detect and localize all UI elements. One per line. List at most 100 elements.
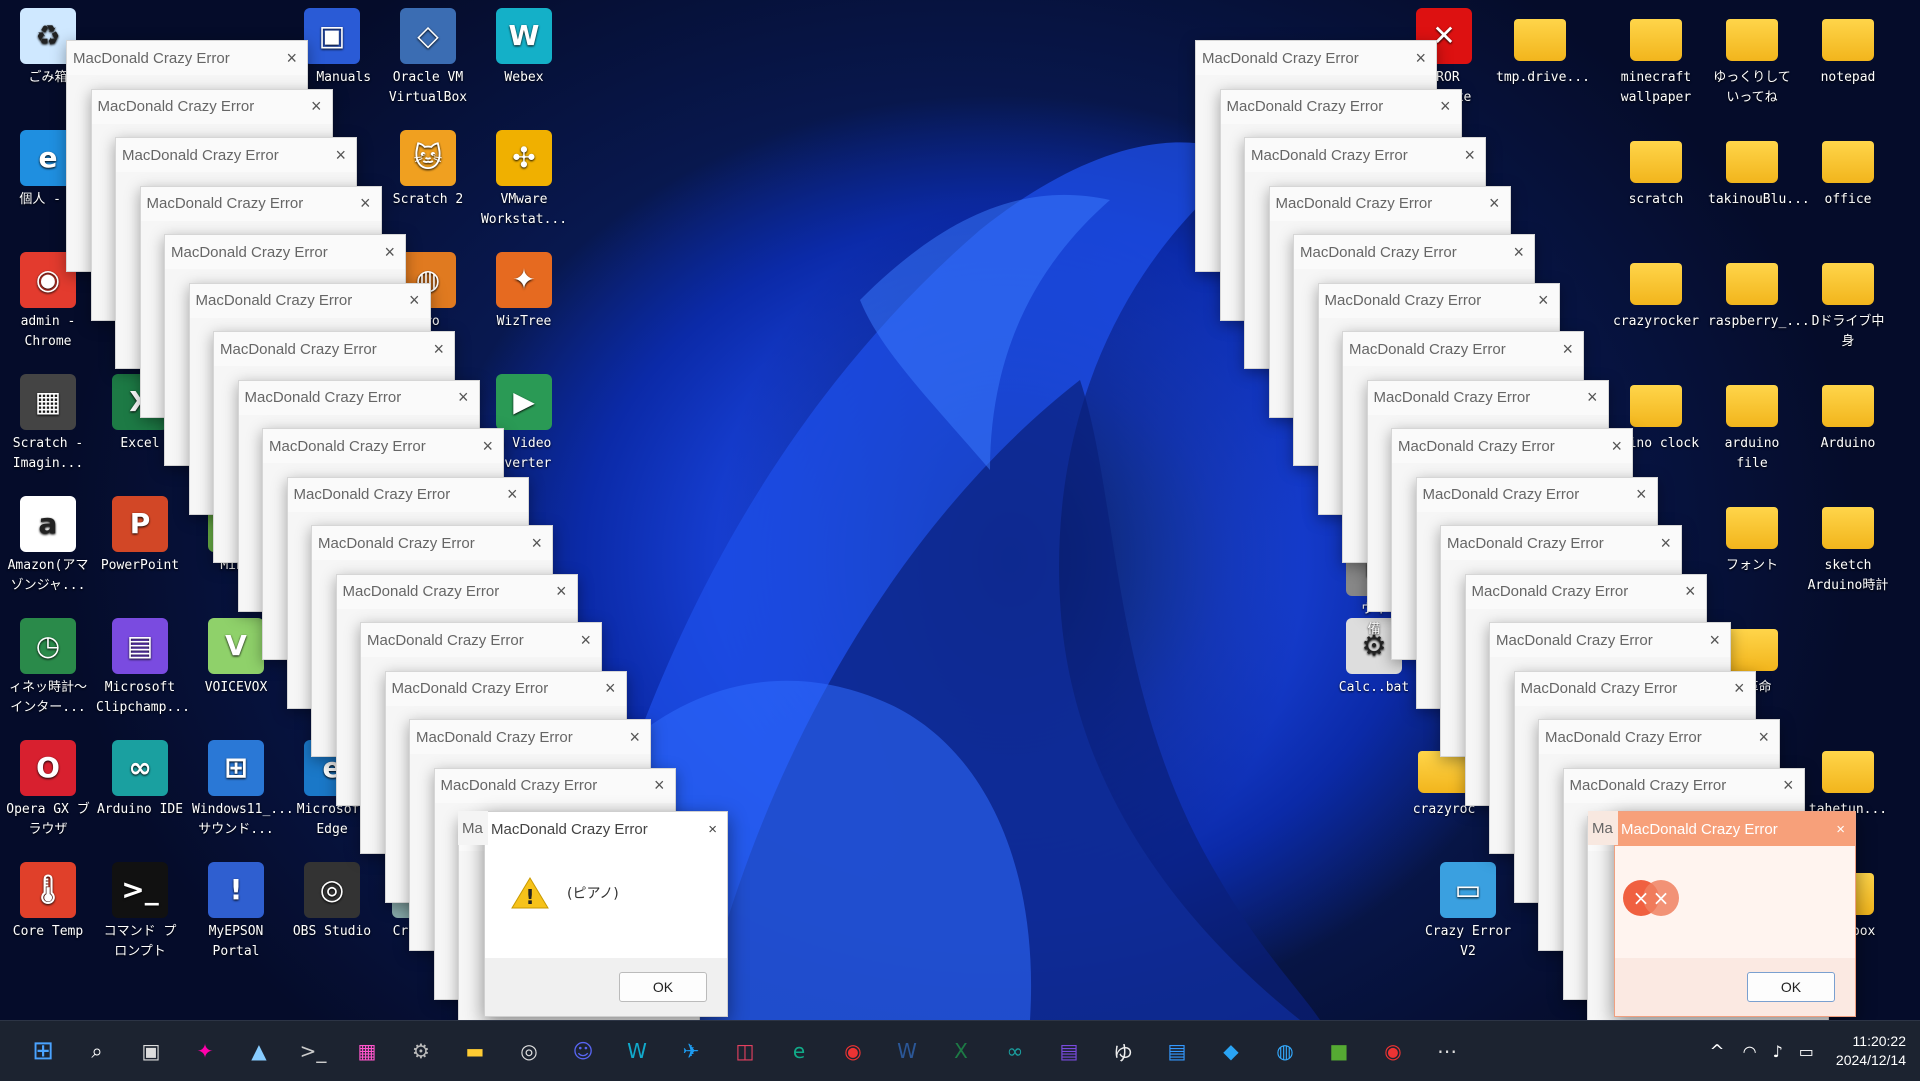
window-titlebar[interactable]: MacDonald Crazy Error × xyxy=(1490,623,1730,657)
close-icon[interactable]: × xyxy=(1415,48,1426,69)
desktop-icon[interactable]: tmp.drive... xyxy=(1496,8,1590,88)
more-icon[interactable]: ⋯ xyxy=(1425,1029,1469,1073)
window-titlebar[interactable]: MacDonald Crazy Error × xyxy=(336,574,577,609)
arduino-icon[interactable]: ∞ xyxy=(993,1029,1037,1073)
close-icon[interactable]: × xyxy=(1836,821,1845,838)
copilot-icon[interactable]: ✦ xyxy=(183,1029,227,1073)
close-icon[interactable]: × xyxy=(458,387,469,408)
tray-chevron-icon[interactable]: ^ xyxy=(1710,1041,1725,1062)
start-icon[interactable]: ⊞ xyxy=(21,1029,65,1073)
window-titlebar[interactable]: MacDonald Crazy Error × xyxy=(312,526,552,560)
close-icon[interactable]: × xyxy=(1734,678,1745,699)
window-titlebar[interactable]: MacDonald Crazy Error × xyxy=(361,623,601,657)
close-icon[interactable]: × xyxy=(507,484,518,505)
desktop-icon[interactable]: ✣ VMware Workstat... xyxy=(480,130,568,230)
window-titlebar[interactable]: MacDonald Crazy Error × xyxy=(1465,574,1706,609)
window-titlebar[interactable]: MacDonald Crazy Error × xyxy=(1269,186,1510,221)
notepad-icon[interactable]: ▤ xyxy=(1155,1029,1199,1073)
webex-icon[interactable]: W xyxy=(615,1029,659,1073)
window-titlebar[interactable]: MacDonald Crazy Error × xyxy=(287,477,528,512)
close-icon[interactable]: × xyxy=(335,145,346,166)
desktop-icon[interactable]: raspberry_... xyxy=(1708,252,1810,332)
close-icon[interactable]: × xyxy=(1685,581,1696,602)
vscode-icon[interactable]: ◆ xyxy=(1209,1029,1253,1073)
close-icon[interactable]: × xyxy=(1464,145,1475,166)
close-icon[interactable]: × xyxy=(1758,727,1769,748)
window-titlebar[interactable]: MacDonald Crazy Error × xyxy=(238,380,479,415)
desktop-icon[interactable]: 🐱 Scratch 2 xyxy=(384,130,472,210)
window-titlebar[interactable]: MacDonald Crazy Error × xyxy=(1294,235,1534,269)
ok-button[interactable]: OK xyxy=(1747,972,1835,1002)
window-titlebar[interactable]: MacDonald Crazy Error × xyxy=(385,671,626,706)
close-icon[interactable]: × xyxy=(580,630,591,651)
close-icon[interactable]: × xyxy=(1538,290,1549,311)
minecraft-icon[interactable]: ■ xyxy=(1317,1029,1361,1073)
ok-button[interactable]: OK xyxy=(619,972,707,1002)
edge-icon[interactable]: e xyxy=(777,1029,821,1073)
desktop-icon[interactable]: ◇ Oracle VM VirtualBox xyxy=(384,8,472,108)
desktop-icon[interactable]: ⊞ Windows11_... サウンド... xyxy=(192,740,294,840)
desktop-icon[interactable]: Arduino xyxy=(1804,374,1892,454)
yukkuri-icon[interactable]: ゆ xyxy=(1101,1029,1145,1073)
close-icon[interactable]: × xyxy=(708,821,717,838)
close-icon[interactable]: × xyxy=(605,678,616,699)
close-icon[interactable]: × xyxy=(1489,193,1500,214)
desktop-icon[interactable]: P PowerPoint xyxy=(96,496,184,576)
window-titlebar[interactable]: MacDonald Crazy Error × xyxy=(1392,429,1632,463)
close-icon[interactable]: × xyxy=(384,242,395,263)
error-dialog-left[interactable]: MacDonald Crazy Error × ! (ピアノ) OK xyxy=(484,811,728,1017)
desktop-icon[interactable]: scratch xyxy=(1612,130,1700,210)
desktop-icon[interactable]: ! MyEPSON Portal xyxy=(192,862,280,962)
window-titlebar[interactable]: MacDonald Crazy Error × xyxy=(1245,138,1485,172)
close-icon[interactable]: × xyxy=(1440,96,1451,117)
window-titlebar[interactable]: MacDonald Crazy Error × xyxy=(1416,477,1657,512)
close-icon[interactable]: × xyxy=(531,533,542,554)
window-titlebar[interactable]: MacDonald Crazy Error × xyxy=(1220,89,1461,124)
window-titlebar[interactable]: MacDonald Crazy Error × xyxy=(140,186,381,221)
desktop-icon[interactable]: ▭ Crazy Error V2 xyxy=(1424,862,1512,962)
window-titlebar[interactable]: MacDonald Crazy Error × xyxy=(1514,671,1755,706)
window-titlebar[interactable]: MacDonald Crazy Error × xyxy=(1343,332,1583,366)
obs-icon[interactable]: ◎ xyxy=(507,1029,551,1073)
close-icon[interactable]: × xyxy=(1709,630,1720,651)
window-titlebar[interactable]: MacDonald Crazy Error × xyxy=(189,283,430,318)
battery-icon[interactable]: ▭ xyxy=(1799,1042,1814,1061)
discord-icon[interactable]: ☺ xyxy=(561,1029,605,1073)
close-icon[interactable]: × xyxy=(1611,436,1622,457)
window-titlebar[interactable]: MacDonald Crazy Error × xyxy=(434,768,675,803)
desktop-icon[interactable]: ◎ OBS Studio xyxy=(288,862,376,942)
window-titlebar[interactable]: MacDonald Crazy Error × xyxy=(263,429,503,463)
dialog-titlebar[interactable]: MacDonald Crazy Error × xyxy=(1615,812,1855,846)
dialog-titlebar[interactable]: MacDonald Crazy Error × xyxy=(485,812,727,846)
close-icon[interactable]: × xyxy=(433,339,444,360)
window-titlebar[interactable]: MacDonald Crazy Error × xyxy=(1563,768,1804,803)
photos-icon[interactable]: ▲ xyxy=(237,1029,281,1073)
desktop-icon[interactable]: sketch Arduino時計 xyxy=(1804,496,1892,596)
desktop-icon[interactable]: arduino file xyxy=(1708,374,1796,474)
error-dialog-right[interactable]: MacDonald Crazy Error × × × OK xyxy=(1614,811,1856,1017)
window-titlebar[interactable]: MacDonald Crazy Error × xyxy=(165,235,405,269)
desktop-icon[interactable]: ✦ WizTree xyxy=(480,252,568,332)
desktop-icon[interactable]: takinouBlu... xyxy=(1708,130,1810,210)
window-titlebar[interactable]: MacDonald Crazy Error × xyxy=(1367,380,1608,415)
terminal-icon[interactable]: >_ xyxy=(291,1029,335,1073)
close-icon[interactable]: × xyxy=(1636,484,1647,505)
close-icon[interactable]: × xyxy=(409,290,420,311)
window-titlebar[interactable]: MacDonald Crazy Error × xyxy=(1441,526,1681,560)
desktop-icon[interactable]: minecraft wallpaper xyxy=(1612,8,1700,108)
window-titlebar[interactable]: MacDonald Crazy Error × xyxy=(91,89,332,124)
window-titlebar[interactable]: MacDonald Crazy Error × xyxy=(410,720,650,754)
window-titlebar[interactable]: MacDonald Crazy Error × xyxy=(214,332,454,366)
store-icon[interactable]: ▦ xyxy=(345,1029,389,1073)
clipchamp-icon[interactable]: ▤ xyxy=(1047,1029,1091,1073)
window-titlebar[interactable]: MacDonald Crazy Error × xyxy=(116,138,356,172)
chrome-icon[interactable]: ◉ xyxy=(831,1029,875,1073)
earth-icon[interactable]: ◍ xyxy=(1263,1029,1307,1073)
desktop-icon[interactable]: crazyrocker xyxy=(1612,252,1700,332)
word-icon[interactable]: W xyxy=(885,1029,929,1073)
desktop-icon[interactable]: ▦ Scratch - Imagin... xyxy=(4,374,92,474)
close-icon[interactable]: × xyxy=(556,581,567,602)
volume-icon[interactable]: ♪ xyxy=(1773,1042,1783,1061)
close-icon[interactable]: × xyxy=(629,727,640,748)
desktop-icon[interactable]: 🌡 Core Temp xyxy=(4,862,92,942)
